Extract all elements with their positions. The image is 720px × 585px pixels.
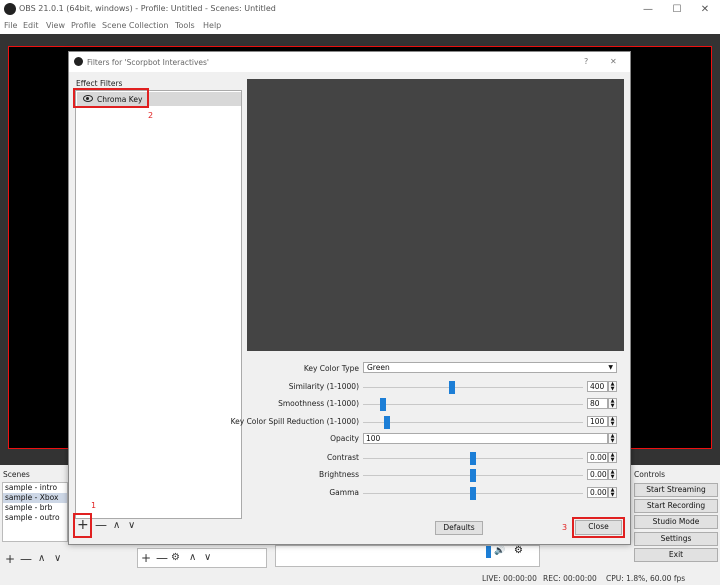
smoothness-slider-track[interactable] [363, 404, 583, 405]
similarity-label: Similarity (1-1000) [288, 382, 359, 391]
menu-profile[interactable]: Profile [71, 21, 96, 30]
menu-tools[interactable]: Tools [175, 21, 195, 30]
contrast-value-field[interactable]: 0.00 [587, 452, 608, 463]
add-filter-button[interactable]: + [77, 518, 89, 532]
source-properties-gear-icon[interactable]: ⚙ [171, 552, 180, 564]
brightness-label: Brightness [319, 470, 359, 479]
key-color-type-dropdown[interactable]: Green ▼ [363, 362, 617, 373]
dialog-close-icon[interactable]: ✕ [610, 57, 617, 66]
gamma-slider-thumb[interactable] [470, 487, 476, 500]
smoothness-spin-arrows[interactable]: ▲ ▼ [608, 398, 617, 409]
dialog-title: Filters for 'Scorpbot Interactives' [87, 58, 209, 67]
scenes-list: sample - intro sample - Xbox sample - br… [2, 482, 68, 542]
move-scene-down-button[interactable]: ∨ [54, 553, 61, 565]
controls-dock-label: Controls [634, 470, 666, 479]
brightness-slider-thumb[interactable] [470, 469, 476, 482]
smoothness-slider-thumb[interactable] [380, 398, 387, 411]
obs-logo-icon [74, 57, 83, 66]
status-cpu: CPU: 1.8%, 60.00 fps [606, 574, 686, 583]
opacity-spin-arrows[interactable]: ▲ ▼ [608, 433, 617, 444]
add-source-button[interactable]: + [141, 552, 151, 564]
menu-bar: File Edit View Profile Scene Collection … [0, 19, 720, 34]
contrast-label: Contrast [326, 453, 359, 462]
start-recording-button[interactable]: Start Recording [634, 499, 718, 513]
gamma-label: Gamma [329, 488, 359, 497]
filters-dialog: Filters for 'Scorpbot Interactives' ? ✕ … [68, 51, 631, 545]
exit-button[interactable]: Exit [634, 548, 718, 562]
effect-filters-label: Effect Filters [76, 79, 123, 88]
menu-view[interactable]: View [46, 21, 65, 30]
scene-item[interactable]: sample - brb [3, 503, 67, 513]
help-button[interactable]: ? [584, 57, 588, 66]
studio-mode-button[interactable]: Studio Mode [634, 515, 718, 529]
minimize-button[interactable]: — [633, 0, 663, 19]
remove-filter-button[interactable]: — [95, 519, 107, 531]
dialog-title-bar: Filters for 'Scorpbot Interactives' ? ✕ [69, 52, 630, 72]
window-title-bar: OBS 21.0.1 (64bit, windows) - Profile: U… [0, 0, 720, 19]
obs-logo-icon [4, 3, 16, 15]
mixer-gear-icon[interactable]: ⚙ [514, 545, 523, 556]
defaults-button[interactable]: Defaults [435, 521, 483, 535]
similarity-spin-arrows[interactable]: ▲ ▼ [608, 381, 617, 392]
remove-source-button[interactable]: — [156, 552, 168, 564]
annotation-number-3: 3 [562, 523, 568, 532]
close-window-button[interactable]: ✕ [690, 0, 720, 19]
move-scene-up-button[interactable]: ∧ [38, 553, 45, 565]
gamma-value-field[interactable]: 0.00 [587, 487, 608, 498]
annotation-number-1: 1 [91, 501, 97, 510]
spill-reduction-slider-track[interactable] [363, 422, 583, 423]
move-source-up-button[interactable]: ∧ [189, 552, 196, 564]
spill-reduction-slider-thumb[interactable] [384, 416, 391, 429]
scene-item[interactable]: sample - outro [3, 513, 67, 523]
volume-slider-thumb[interactable] [486, 546, 491, 558]
contrast-spin-arrows[interactable]: ▲ ▼ [608, 452, 617, 463]
close-dialog-button[interactable]: Close [575, 520, 622, 535]
menu-scene-collection[interactable]: Scene Collection [102, 21, 169, 30]
scene-item[interactable]: sample - intro [3, 483, 67, 493]
key-color-type-label: Key Color Type [303, 364, 359, 373]
move-source-down-button[interactable]: ∨ [204, 552, 211, 564]
start-streaming-button[interactable]: Start Streaming [634, 483, 718, 497]
similarity-value-field[interactable]: 400 [587, 381, 608, 392]
smoothness-value-field[interactable]: 80 [587, 398, 608, 409]
menu-edit[interactable]: Edit [23, 21, 39, 30]
smoothness-label: Smoothness (1-1000) [278, 399, 359, 408]
add-scene-button[interactable]: + [5, 553, 15, 565]
brightness-spin-arrows[interactable]: ▲ ▼ [608, 469, 617, 480]
key-color-type-value: Green [367, 363, 390, 372]
spill-reduction-label: Key Color Spill Reduction (1-1000) [230, 417, 359, 426]
move-filter-down-button[interactable]: ∨ [128, 520, 135, 532]
window-title: OBS 21.0.1 (64bit, windows) - Profile: U… [19, 4, 276, 13]
opacity-label: Opacity [330, 434, 359, 443]
scenes-dock-label: Scenes [3, 470, 30, 479]
annotation-number-2: 2 [148, 111, 154, 120]
spill-reduction-value-field[interactable]: 100 [587, 416, 608, 427]
contrast-slider-thumb[interactable] [470, 452, 476, 465]
chevron-down-icon: ▼ [608, 364, 613, 371]
filter-preview [247, 79, 624, 351]
speaker-icon[interactable]: 🔊 [494, 546, 505, 556]
move-filter-up-button[interactable]: ∧ [113, 520, 120, 532]
annotation-box-2 [73, 88, 149, 108]
brightness-value-field[interactable]: 0.00 [587, 469, 608, 480]
scene-item-selected[interactable]: sample - Xbox [3, 493, 67, 503]
status-live: LIVE: 00:00:00 [482, 574, 537, 583]
remove-scene-button[interactable]: — [20, 553, 32, 565]
spill-reduction-spin-arrows[interactable]: ▲ ▼ [608, 416, 617, 427]
gamma-spin-arrows[interactable]: ▲ ▼ [608, 487, 617, 498]
similarity-slider-thumb[interactable] [448, 381, 455, 394]
similarity-slider-track[interactable] [363, 387, 583, 388]
menu-file[interactable]: File [4, 21, 17, 30]
menu-help[interactable]: Help [203, 21, 221, 30]
opacity-value-field[interactable]: 100 [363, 433, 608, 444]
settings-button[interactable]: Settings [634, 532, 718, 546]
maximize-button[interactable]: ☐ [662, 0, 692, 19]
status-rec: REC: 00:00:00 [543, 574, 597, 583]
